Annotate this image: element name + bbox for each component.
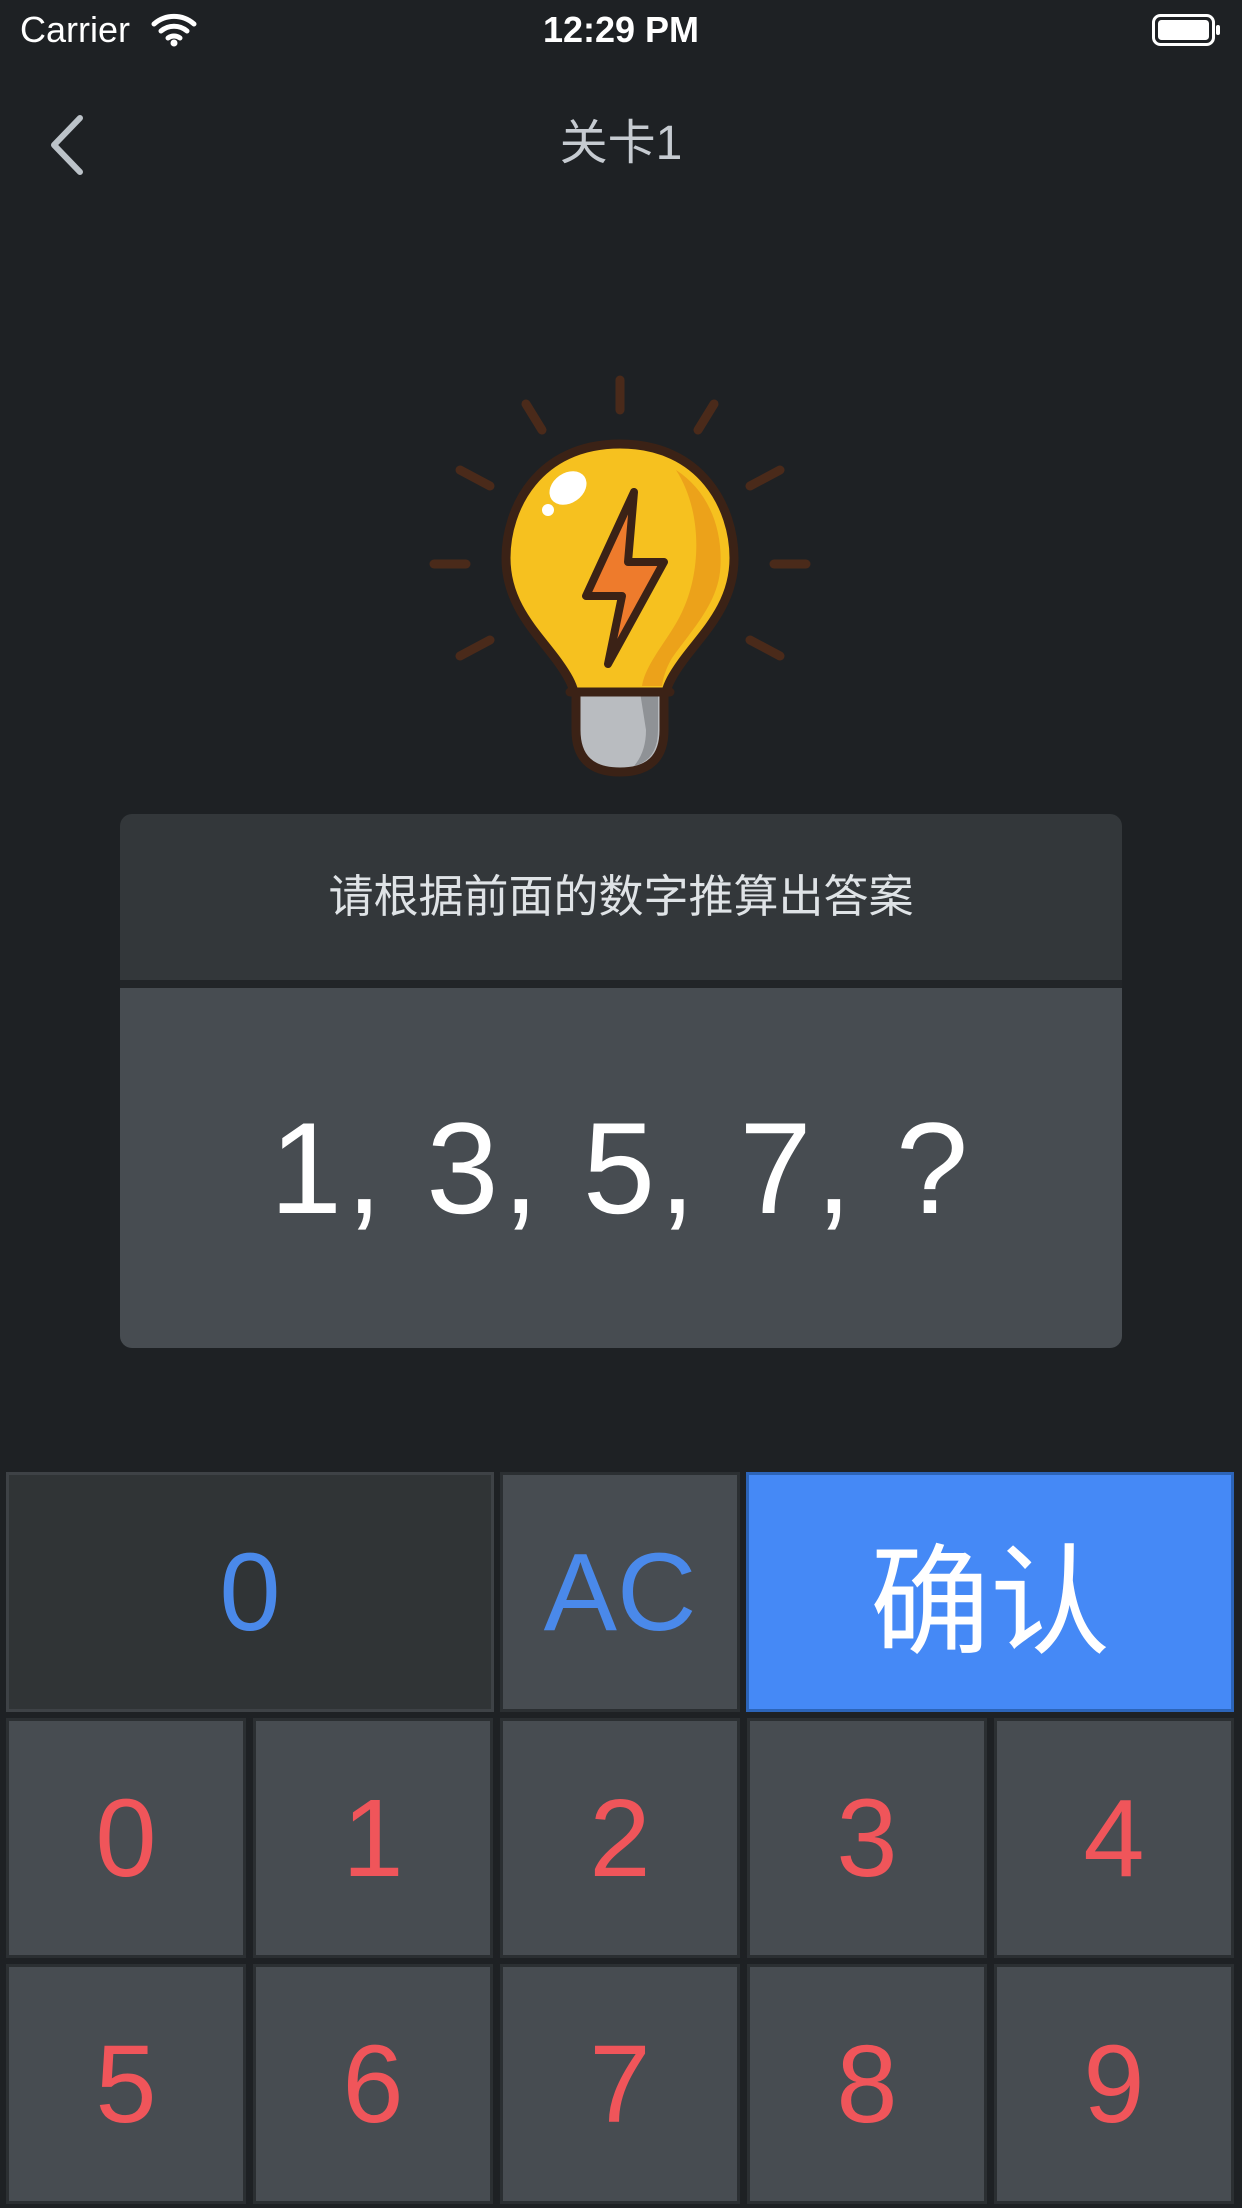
- digit-key-9[interactable]: 9: [994, 1964, 1234, 2204]
- digit-label: 4: [1083, 1776, 1145, 1900]
- digit-label: 5: [95, 2022, 157, 2146]
- digit-key-5[interactable]: 5: [6, 1964, 246, 2204]
- digit-label: 0: [95, 1776, 157, 1900]
- digit-label: 1: [342, 1776, 404, 1900]
- digit-key-3[interactable]: 3: [747, 1718, 987, 1958]
- status-bar: Carrier 12:29 PM: [0, 0, 1242, 60]
- digit-key-7[interactable]: 7: [500, 1964, 740, 2204]
- digit-key-1[interactable]: 1: [253, 1718, 493, 1958]
- status-time: 12:29 PM: [542, 9, 700, 50]
- digit-key-8[interactable]: 8: [747, 1964, 987, 2204]
- battery-icon: [1152, 14, 1220, 46]
- keypad: 0 AC 确认 0 1 2 3 4 5 6 7 8 9: [0, 1470, 1242, 2208]
- answer-value: 0: [219, 1530, 281, 1654]
- digit-label: 6: [342, 2022, 404, 2146]
- puzzle-sequence: 1, 3, 5, 7, ?: [120, 988, 1122, 1348]
- confirm-button[interactable]: 确认: [746, 1472, 1234, 1712]
- digit-key-0[interactable]: 0: [6, 1718, 246, 1958]
- clear-button[interactable]: AC: [500, 1472, 740, 1712]
- answer-display: 0: [6, 1472, 494, 1712]
- digit-key-6[interactable]: 6: [253, 1964, 493, 2204]
- confirm-label: 确认: [870, 1536, 1110, 1670]
- digit-label: 8: [836, 2022, 898, 2146]
- clear-label: AC: [543, 1530, 697, 1654]
- digit-key-2[interactable]: 2: [500, 1718, 740, 1958]
- puzzle-instruction: 请根据前面的数字推算出答案: [120, 814, 1122, 980]
- digit-key-4[interactable]: 4: [994, 1718, 1234, 1958]
- digit-label: 3: [836, 1776, 898, 1900]
- page-title: 关卡1: [559, 117, 683, 170]
- divider: [120, 980, 1122, 988]
- digit-label: 7: [589, 2022, 651, 2146]
- puzzle-card: 请根据前面的数字推算出答案 1, 3, 5, 7, ?: [120, 814, 1122, 1348]
- nav-bar: 关卡1: [0, 90, 1242, 200]
- lightbulb-icon: [429, 375, 811, 777]
- digit-label: 2: [589, 1776, 651, 1900]
- digit-label: 9: [1083, 2022, 1145, 2146]
